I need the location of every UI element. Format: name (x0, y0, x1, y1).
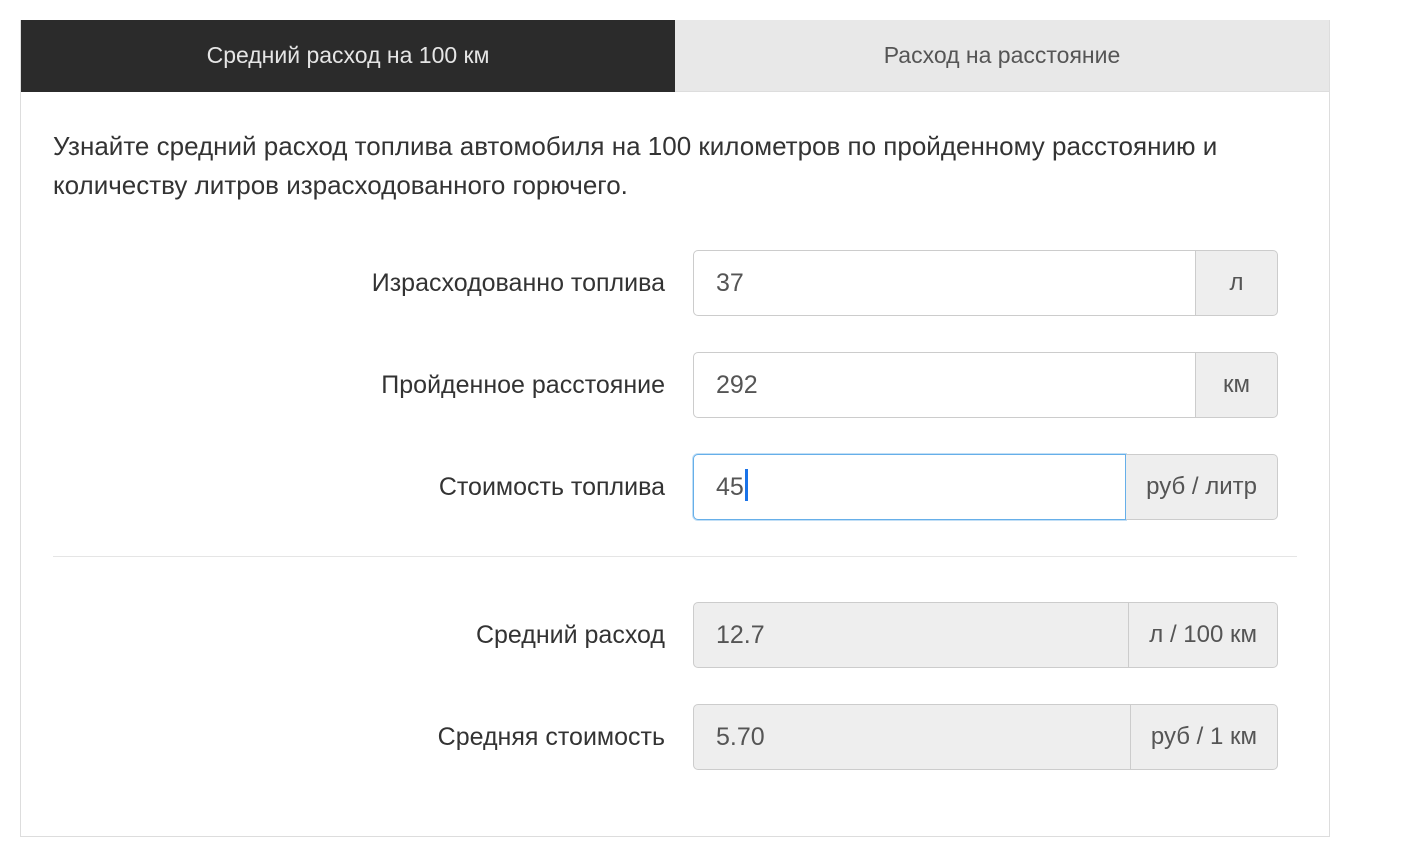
input-fuel-price-value: 45 (716, 473, 744, 502)
text-cursor (745, 469, 748, 501)
label-fuel-used: Израсходованно топлива (53, 269, 693, 298)
input-fuel-used[interactable] (693, 250, 1196, 316)
unit-avg-cost: руб / 1 км (1131, 704, 1278, 770)
row-fuel-price: Стоимость топлива 45 руб / литр (53, 454, 1297, 520)
input-fuel-price[interactable]: 45 (693, 454, 1126, 520)
output-avg-consumption (693, 602, 1129, 668)
row-avg-cost: Средняя стоимость руб / 1 км (53, 704, 1297, 770)
description-text: Узнайте средний расход топлива автомобил… (53, 127, 1297, 205)
row-avg-consumption: Средний расход л / 100 км (53, 602, 1297, 668)
unit-distance: км (1196, 352, 1278, 418)
row-distance: Пройденное расстояние км (53, 352, 1297, 418)
unit-fuel-used: л (1196, 250, 1278, 316)
input-group-distance: км (693, 352, 1278, 418)
output-avg-cost (693, 704, 1131, 770)
label-distance: Пройденное расстояние (53, 371, 693, 400)
input-group-fuel-used: л (693, 250, 1278, 316)
unit-fuel-price: руб / литр (1126, 454, 1278, 520)
tabs-bar: Средний расход на 100 км Расход на расст… (21, 20, 1329, 92)
unit-avg-consumption: л / 100 км (1129, 602, 1278, 668)
row-fuel-used: Израсходованно топлива л (53, 250, 1297, 316)
output-group-avg-cost: руб / 1 км (693, 704, 1278, 770)
output-group-avg-consumption: л / 100 км (693, 602, 1278, 668)
calculator-container: Средний расход на 100 км Расход на расст… (20, 20, 1330, 837)
label-avg-cost: Средняя стоимость (53, 723, 693, 752)
tab-content: Узнайте средний расход топлива автомобил… (21, 92, 1329, 836)
tab-distance-consumption[interactable]: Расход на расстояние (675, 20, 1329, 92)
label-avg-consumption: Средний расход (53, 621, 693, 650)
label-fuel-price: Стоимость топлива (53, 473, 693, 502)
input-distance[interactable] (693, 352, 1196, 418)
tab-avg-consumption[interactable]: Средний расход на 100 км (21, 20, 675, 92)
input-group-fuel-price: 45 руб / литр (693, 454, 1278, 520)
section-divider (53, 556, 1297, 557)
